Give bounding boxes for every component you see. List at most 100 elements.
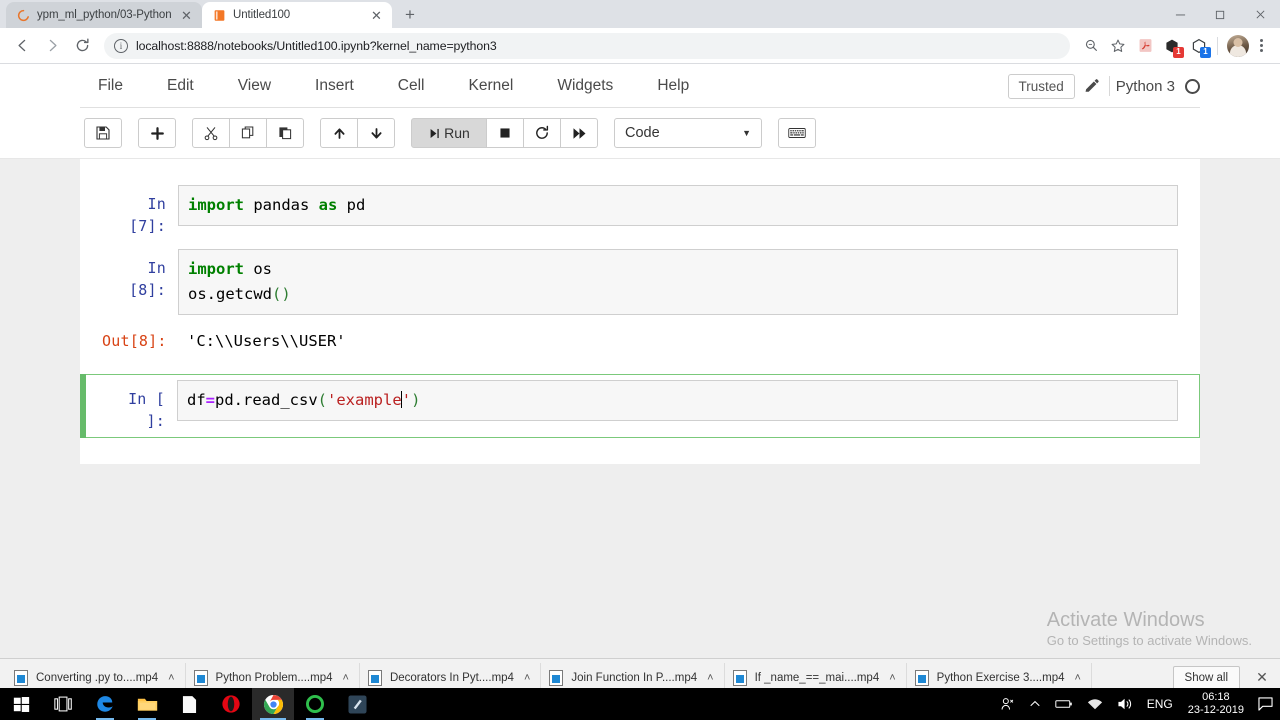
close-icon[interactable]: ✕ xyxy=(179,8,194,23)
extension-one-icon[interactable]: 1 xyxy=(1159,33,1185,59)
menu-view[interactable]: View xyxy=(216,64,293,108)
paste-cell-button[interactable] xyxy=(266,118,304,148)
page-viewport: File Edit View Insert Cell Kernel Widget… xyxy=(0,64,1280,658)
chevron-up-icon[interactable]: ˄ xyxy=(707,672,713,684)
kernel-name-label: Python 3 xyxy=(1115,77,1175,95)
menu-widgets[interactable]: Widgets xyxy=(535,64,635,108)
move-cell-down-button[interactable] xyxy=(357,118,395,148)
extension-one-badge: 1 xyxy=(1173,46,1184,58)
browser-tab-strip: ypm_ml_python/03-Python-for-D ✕ Untitled… xyxy=(0,0,1280,28)
jupyter-header: File Edit View Insert Cell Kernel Widget… xyxy=(0,64,1280,159)
pencil-icon[interactable] xyxy=(1075,78,1109,95)
insert-cell-below-button[interactable] xyxy=(138,118,176,148)
toolbar-group-save xyxy=(84,118,122,148)
cell-input[interactable]: import os os.getcwd() xyxy=(178,249,1178,315)
extension-two-icon[interactable]: 1 xyxy=(1186,33,1212,59)
toolbar-group-run: Run xyxy=(411,118,598,148)
wifi-icon[interactable] xyxy=(1080,688,1110,720)
task-view-button[interactable] xyxy=(42,688,84,720)
cell-input[interactable]: import pandas as pd xyxy=(178,185,1178,226)
browser-tab-active[interactable]: Untitled100 ✕ xyxy=(202,2,392,28)
volume-icon[interactable] xyxy=(1110,688,1140,720)
toolbar-group-clipboard xyxy=(192,118,304,148)
notepad-button[interactable] xyxy=(168,688,210,720)
menu-insert[interactable]: Insert xyxy=(293,64,376,108)
action-center-icon[interactable] xyxy=(1252,697,1278,711)
battery-icon[interactable] xyxy=(1048,688,1080,720)
windows-taskbar: ENG 06:18 23-12-2019 xyxy=(0,688,1280,720)
zoom-icon[interactable] xyxy=(1078,33,1104,59)
video-file-icon xyxy=(367,669,382,686)
reload-button[interactable] xyxy=(68,32,96,60)
adobe-acrobat-extension-icon[interactable] xyxy=(1132,33,1158,59)
menu-kernel[interactable]: Kernel xyxy=(447,64,536,108)
kebab-menu-icon[interactable] xyxy=(1250,33,1272,59)
browser-toolbar-icons: 1 1 xyxy=(1078,33,1272,59)
chevron-up-icon[interactable]: ˄ xyxy=(889,672,895,684)
jupyter-menu-bar: File Edit View Insert Cell Kernel Widget… xyxy=(80,64,1200,108)
cut-cell-button[interactable] xyxy=(192,118,230,148)
video-file-icon xyxy=(14,669,28,686)
close-downloads-bar-icon[interactable]: ✕ xyxy=(1250,669,1274,686)
url-bar[interactable]: i localhost:8888/notebooks/Untitled100.i… xyxy=(104,32,1070,59)
restart-kernel-button[interactable] xyxy=(523,118,561,148)
notebook-container: In [7]: import pandas as pd In [8]: impo… xyxy=(80,159,1200,464)
close-window-button[interactable] xyxy=(1240,0,1280,28)
clock[interactable]: 06:18 23-12-2019 xyxy=(1180,691,1252,717)
interrupt-kernel-button[interactable] xyxy=(486,118,524,148)
cell-type-value: Code xyxy=(625,125,660,141)
opera-button[interactable] xyxy=(210,688,252,720)
people-icon[interactable] xyxy=(993,688,1022,720)
forward-button[interactable] xyxy=(38,32,66,60)
site-info-icon[interactable]: i xyxy=(114,38,128,53)
menu-help[interactable]: Help xyxy=(635,64,711,108)
filmora-button[interactable] xyxy=(336,688,378,720)
new-tab-button[interactable]: + xyxy=(396,2,424,28)
cell-input-editing[interactable]: df=pd.read_csv('example') xyxy=(177,380,1178,421)
chevron-up-icon[interactable]: ˄ xyxy=(524,672,530,684)
copy-cell-button[interactable] xyxy=(229,118,267,148)
kernel-status-idle-icon[interactable] xyxy=(1185,78,1200,94)
second-chrome-button[interactable] xyxy=(294,688,336,720)
move-cell-up-button[interactable] xyxy=(320,118,358,148)
close-icon[interactable]: ✕ xyxy=(369,8,384,23)
show-hidden-icons-chevron[interactable] xyxy=(1022,688,1048,720)
cell-prompt: In [8]: xyxy=(129,259,166,299)
avatar[interactable] xyxy=(1227,34,1249,57)
save-button[interactable] xyxy=(84,118,122,148)
trusted-badge[interactable]: Trusted xyxy=(1007,73,1075,99)
start-button[interactable] xyxy=(0,688,42,720)
file-explorer-button[interactable] xyxy=(126,688,168,720)
notebook-cell[interactable]: In [7]: import pandas as pd xyxy=(80,179,1200,243)
keyboard-shortcuts-button[interactable] xyxy=(778,118,816,148)
minimize-button[interactable] xyxy=(1160,0,1200,28)
chevron-up-icon[interactable]: ˄ xyxy=(343,672,349,684)
extension-two-badge: 1 xyxy=(1200,46,1211,58)
cell-type-select[interactable]: Code ▼ xyxy=(614,118,762,148)
show-all-downloads-button[interactable]: Show all xyxy=(1172,665,1240,690)
back-button[interactable] xyxy=(8,32,36,60)
edge-button[interactable] xyxy=(84,688,126,720)
notebook-cell[interactable]: In [8]: import os os.getcwd() xyxy=(80,243,1200,321)
chevron-up-icon[interactable]: ˄ xyxy=(1075,672,1081,684)
menu-file[interactable]: File xyxy=(80,64,145,108)
browser-tab-inactive[interactable]: ypm_ml_python/03-Python-for-D ✕ xyxy=(6,2,202,28)
menu-cell[interactable]: Cell xyxy=(376,64,447,108)
run-play-icon xyxy=(428,127,441,140)
menu-edit[interactable]: Edit xyxy=(145,64,216,108)
run-button[interactable]: Run xyxy=(411,118,487,148)
notebook-cell-selected[interactable]: In [ ]: df=pd.read_csv('example') xyxy=(80,374,1200,438)
toolbar-group-keyboard xyxy=(778,118,816,148)
maximize-button[interactable] xyxy=(1200,0,1240,28)
chrome-button[interactable] xyxy=(252,688,294,720)
cell-prompt: In [7]: xyxy=(129,195,166,235)
chevron-up-icon[interactable]: ˄ xyxy=(168,672,174,684)
jupyter-header-right: Trusted Python 3 xyxy=(1007,64,1200,108)
language-indicator[interactable]: ENG xyxy=(1140,688,1180,720)
browser-tab-title: ypm_ml_python/03-Python-for-D xyxy=(37,9,172,21)
browser-tab-title: Untitled100 xyxy=(233,9,291,21)
bookmark-star-icon[interactable] xyxy=(1105,33,1131,59)
notebook-output-row: Out[8]: 'C:\\Users\\USER' xyxy=(80,321,1200,362)
restart-and-run-all-button[interactable] xyxy=(560,118,598,148)
chrome-browser-window: ypm_ml_python/03-Python-for-D ✕ Untitled… xyxy=(0,0,1280,696)
